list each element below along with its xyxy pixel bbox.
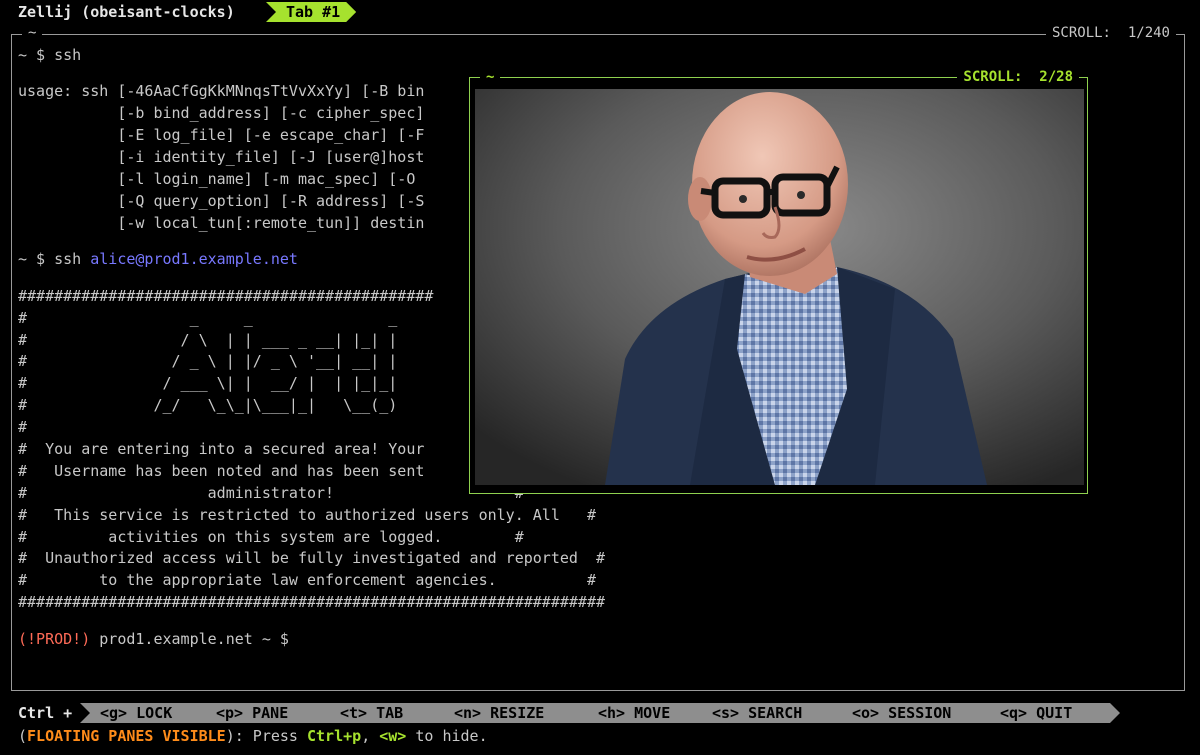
hint-key: <w>: [379, 727, 407, 745]
pane-title: ~: [22, 24, 43, 42]
hint-tail: to hide.: [406, 727, 488, 745]
prompt-host: prod1.example.net ~ $: [90, 629, 289, 648]
portrait-image: [475, 89, 1084, 485]
banner-line: # This service is restricted to authoriz…: [18, 505, 596, 524]
portrait-illustration: [475, 89, 1084, 485]
shell-prompt[interactable]: (!PROD!) prod1.example.net ~ $: [18, 629, 678, 651]
key-move[interactable]: <h> MOVE: [578, 703, 704, 723]
key-quit[interactable]: <q> QUIT: [980, 703, 1120, 723]
status-bar: Ctrl + <g> LOCK <p> PANE <t> TAB <n> RES…: [0, 703, 1200, 723]
key-resize[interactable]: <n> RESIZE: [434, 703, 590, 723]
prompt: ~ $ ssh: [18, 250, 91, 269]
hint-combo: Ctrl+p: [307, 727, 362, 745]
key-search[interactable]: <s> SEARCH: [692, 703, 844, 723]
tab-bar: Zellij (obeisant-clocks) Tab #1: [0, 0, 1200, 24]
hint-paren: (: [18, 727, 28, 745]
hint-sep: ,: [361, 727, 380, 745]
pane-scroll-indicator: SCROLL: 1/240: [1045, 24, 1176, 42]
key-lock[interactable]: <g> LOCK: [80, 703, 208, 723]
banner-line: # to the appropriate law enforcement age…: [18, 571, 596, 590]
key-pane[interactable]: <p> PANE: [196, 703, 332, 723]
floating-pane[interactable]: ~ SCROLL: 2/28: [469, 68, 1088, 494]
prod-tag: (!PROD!): [18, 629, 91, 648]
ssh-host: alice@prod1.example.net: [90, 250, 298, 269]
ctrl-modifier-label: Ctrl +: [18, 704, 73, 722]
banner-line: ########################################…: [18, 593, 605, 612]
banner-line: # activities on this system are logged. …: [18, 527, 524, 546]
tab-1[interactable]: Tab #1: [266, 2, 356, 22]
key-session[interactable]: <o> SESSION: [832, 703, 992, 723]
banner-line: # Unauthorized access will be fully inve…: [18, 549, 605, 568]
hint-text: ): Press: [225, 727, 307, 745]
session-title: Zellij (obeisant-clocks): [18, 3, 235, 21]
floating-panes-hint: (FLOATING PANES VISIBLE): Press Ctrl+p, …: [18, 726, 488, 746]
key-tab[interactable]: <t> TAB: [320, 703, 446, 723]
terminal-line: ~ $ ssh: [18, 46, 82, 64]
floating-panes-label: FLOATING PANES VISIBLE: [27, 727, 226, 745]
floating-pane-scroll-indicator: SCROLL: 2/28: [957, 68, 1079, 86]
floating-pane-title: ~: [480, 68, 501, 86]
